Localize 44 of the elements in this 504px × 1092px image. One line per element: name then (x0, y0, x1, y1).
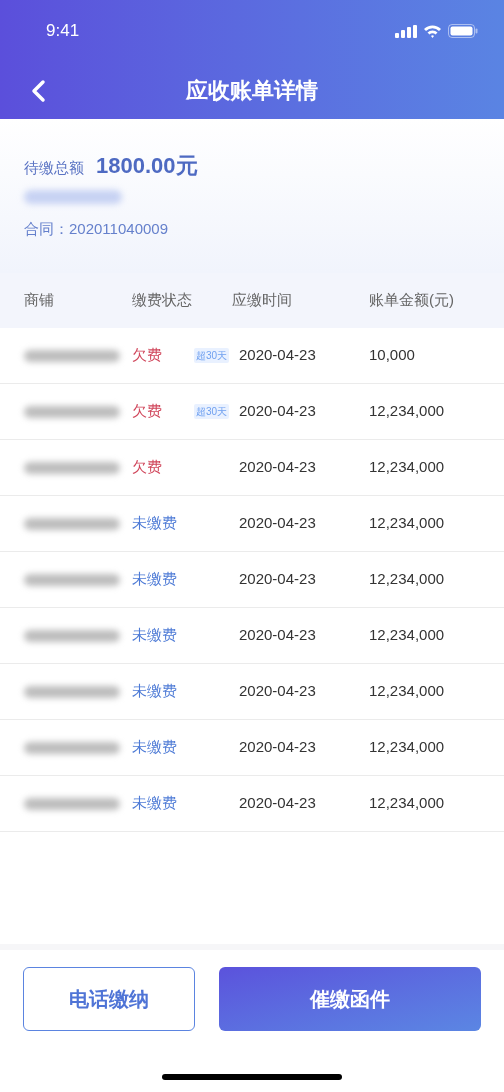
due-date: 2020-04-23 (239, 681, 317, 702)
status-text: 欠费 (132, 401, 162, 422)
status-time: 9:41 (46, 20, 80, 43)
bill-amount: 10,000 (369, 345, 415, 366)
status-text: 未缴费 (132, 793, 177, 814)
bill-amount: 12,234,000 (369, 513, 445, 534)
due-date: 2020-04-23 (239, 625, 317, 646)
bill-amount: 12,234,000 (369, 793, 445, 814)
due-date: 2020-04-23 (239, 401, 317, 422)
due-date: 2020-04-23 (239, 737, 317, 758)
bill-amount: 12,234,000 (369, 401, 445, 422)
due-date: 2020-04-23 (239, 569, 317, 590)
total-amount: 1800.00元 (96, 152, 198, 180)
due-date: 2020-04-23 (239, 345, 317, 366)
bill-amount: 12,234,000 (369, 569, 445, 590)
column-header: 账单金额(元) (369, 290, 455, 311)
status-text: 未缴费 (132, 569, 177, 590)
column-header: 缴费状态 (132, 290, 193, 311)
bill-amount: 12,234,000 (369, 737, 445, 758)
due-date: 2020-04-23 (239, 457, 317, 478)
due-date: 2020-04-23 (239, 513, 317, 534)
signal-icon (395, 24, 417, 38)
status-text: 未缴费 (132, 513, 177, 534)
column-header: 应缴时间 (232, 290, 293, 311)
contract-number: 合同：202011040009 (24, 219, 169, 239)
page-title: 应收账单详情 (186, 77, 318, 105)
status-text: 未缴费 (132, 625, 177, 646)
phone-payment-button[interactable]: 电话缴纳 (23, 967, 195, 1031)
status-text: 欠费 (132, 345, 162, 366)
overdue-tag: 超30天 (193, 404, 229, 419)
column-header: 商铺 (23, 290, 55, 311)
due-date: 2020-04-23 (239, 793, 317, 814)
bill-amount: 12,234,000 (369, 457, 445, 478)
status-text: 未缴费 (132, 737, 177, 758)
battery-icon (448, 24, 478, 38)
bill-amount: 12,234,000 (369, 681, 445, 702)
total-label: 待缴总额 (24, 158, 84, 178)
wifi-icon (423, 24, 442, 38)
bill-amount: 12,234,000 (369, 625, 445, 646)
back-icon[interactable] (30, 78, 46, 103)
overdue-tag: 超30天 (193, 348, 229, 363)
reminder-letter-button[interactable]: 催缴函件 (219, 967, 481, 1031)
status-text: 欠费 (132, 457, 162, 478)
status-text: 未缴费 (132, 681, 177, 702)
